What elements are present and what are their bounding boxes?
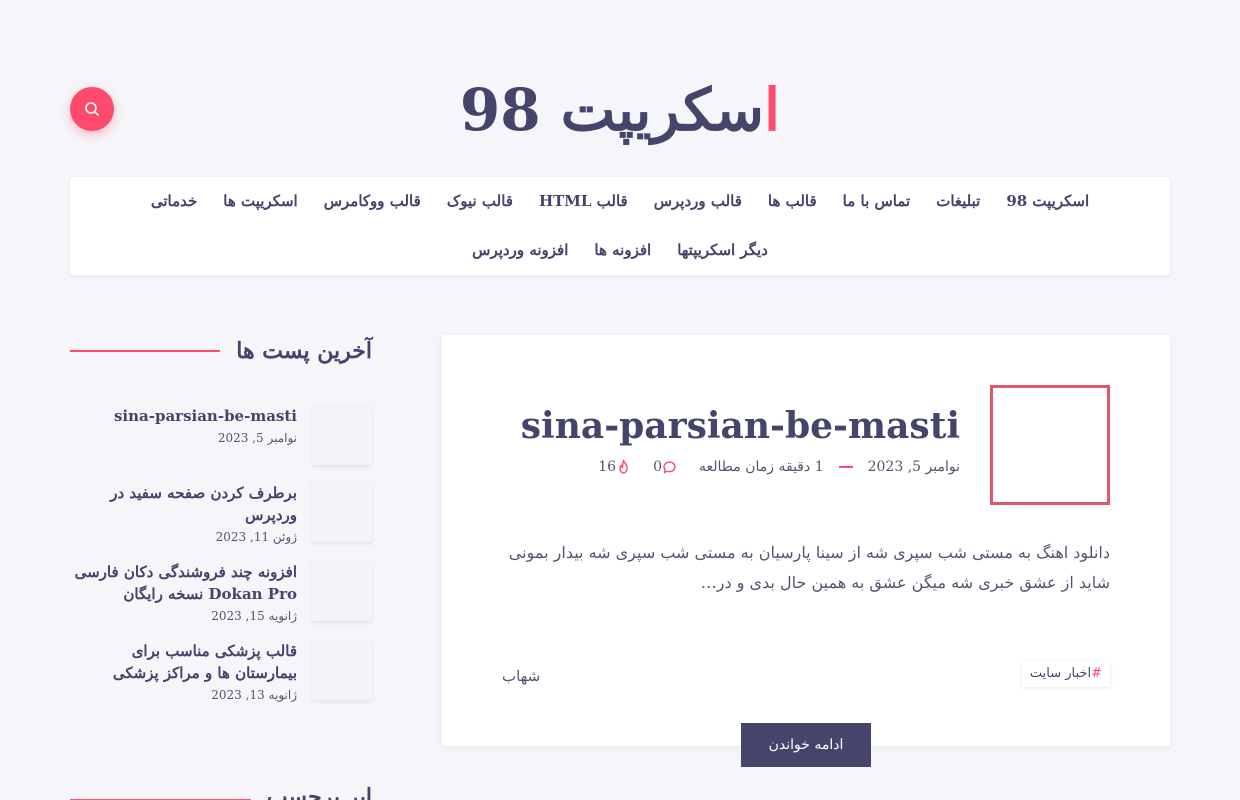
- search-button[interactable]: [70, 87, 114, 131]
- recent-post-thumbnail[interactable]: [312, 405, 372, 465]
- sidebar: آخرین پست ها sina-parsian-be-masti نوامب…: [70, 335, 372, 800]
- nav-item-other-scripts[interactable]: دیگر اسکریپتها: [664, 226, 781, 275]
- recent-post-date: ژانویه 13, 2023: [211, 688, 297, 702]
- post-thumbnail[interactable]: [990, 385, 1110, 505]
- nav-item-html-themes[interactable]: قالب HTML: [526, 177, 641, 226]
- nav-item-themes[interactable]: قالب ها: [755, 177, 830, 226]
- recent-post-title[interactable]: افزونه چند فروشندگی دکان فارسی Dokan Pro…: [70, 561, 297, 605]
- post-meta: نوامبر 5, 2023 1 دقیقه زمان مطالعه 0 16: [582, 459, 960, 475]
- nav-item-script98[interactable]: اسکریپت 98: [993, 177, 1102, 226]
- post-read-time: 1 دقیقه زمان مطالعه: [699, 459, 824, 475]
- nav-item-plugins[interactable]: افزونه ها: [581, 226, 664, 275]
- nav-item-woocommerce-themes[interactable]: قالب ووکامرس: [311, 177, 434, 226]
- post-excerpt: دانلود اهنگ به مستی شب سپری شه از سینا پ…: [508, 543, 1110, 592]
- post-date: نوامبر 5, 2023: [867, 459, 960, 475]
- recent-post-item[interactable]: افزونه چند فروشندگی دکان فارسی Dokan Pro…: [70, 561, 372, 623]
- nav-item-wordpress-plugins[interactable]: افزونه وردپرس: [459, 226, 581, 275]
- post-author[interactable]: شهاب: [502, 667, 540, 685]
- recent-posts-list: sina-parsian-be-masti نوامبر 5, 2023 برط…: [70, 405, 372, 702]
- nav-item-scripts[interactable]: اسکریپت ها: [210, 177, 310, 226]
- nav-item-wordpress-themes[interactable]: قالب وردپرس: [641, 177, 755, 226]
- post-card: sina-parsian-be-masti نوامبر 5, 2023 1 د…: [442, 335, 1170, 767]
- recent-post-thumbnail[interactable]: [312, 640, 372, 700]
- nav-item-services[interactable]: خدماتی: [138, 177, 210, 226]
- tag-cloud-heading: ابر برچسب: [70, 782, 372, 800]
- heading-divider: [70, 350, 221, 352]
- comment-icon: [662, 460, 677, 475]
- meta-dash: [838, 466, 853, 468]
- nav-item-ads[interactable]: تبلیغات: [923, 177, 993, 226]
- recent-post-date: نوامبر 5, 2023: [217, 431, 297, 445]
- tag-hash: #: [1091, 666, 1102, 681]
- logo-accent-letter: ا: [764, 76, 781, 144]
- search-icon: [84, 101, 100, 117]
- post-comments-count: 0: [653, 459, 663, 475]
- nav-item-contact[interactable]: تماس با ما: [830, 177, 924, 226]
- recent-post-title[interactable]: sina-parsian-be-masti: [70, 405, 297, 427]
- site-logo[interactable]: اسکریپت 98: [0, 72, 1240, 148]
- recent-post-title[interactable]: قالب پزشکی مناسب برای بیمارستان ها و مرا…: [70, 640, 297, 684]
- read-more-button[interactable]: ادامه خواندن: [741, 723, 871, 767]
- tag-label: اخبار سایت: [1029, 666, 1092, 681]
- main-navigation: اسکریپت 98 تبلیغات تماس با ما قالب ها قا…: [70, 177, 1170, 275]
- post-category-tag[interactable]: #اخبار سایت: [1021, 661, 1110, 687]
- recent-posts-title: آخرین پست ها: [236, 338, 372, 364]
- recent-post-date: ژانویه 15, 2023: [211, 609, 297, 623]
- tag-cloud-title: ابر برچسب: [266, 784, 372, 800]
- post-views-count: 16: [598, 459, 617, 475]
- recent-posts-heading: آخرین پست ها: [70, 335, 372, 367]
- recent-post-date: ژوئن 11, 2023: [215, 530, 297, 544]
- nav-item-nuke-themes[interactable]: قالب نیوک: [434, 177, 526, 226]
- recent-post-item[interactable]: قالب پزشکی مناسب برای بیمارستان ها و مرا…: [70, 640, 372, 702]
- recent-post-thumbnail[interactable]: [312, 482, 372, 542]
- recent-post-thumbnail[interactable]: [312, 561, 372, 621]
- recent-post-item[interactable]: برطرف کردن صفحه سفید در وردپرس ژوئن 11, …: [70, 482, 372, 544]
- recent-post-item[interactable]: sina-parsian-be-masti نوامبر 5, 2023: [70, 405, 372, 465]
- fire-icon: [616, 459, 631, 475]
- logo-text: سکریپت 98: [459, 76, 765, 144]
- recent-post-title[interactable]: برطرف کردن صفحه سفید در وردپرس: [70, 482, 297, 526]
- post-title[interactable]: sina-parsian-be-masti: [521, 405, 960, 447]
